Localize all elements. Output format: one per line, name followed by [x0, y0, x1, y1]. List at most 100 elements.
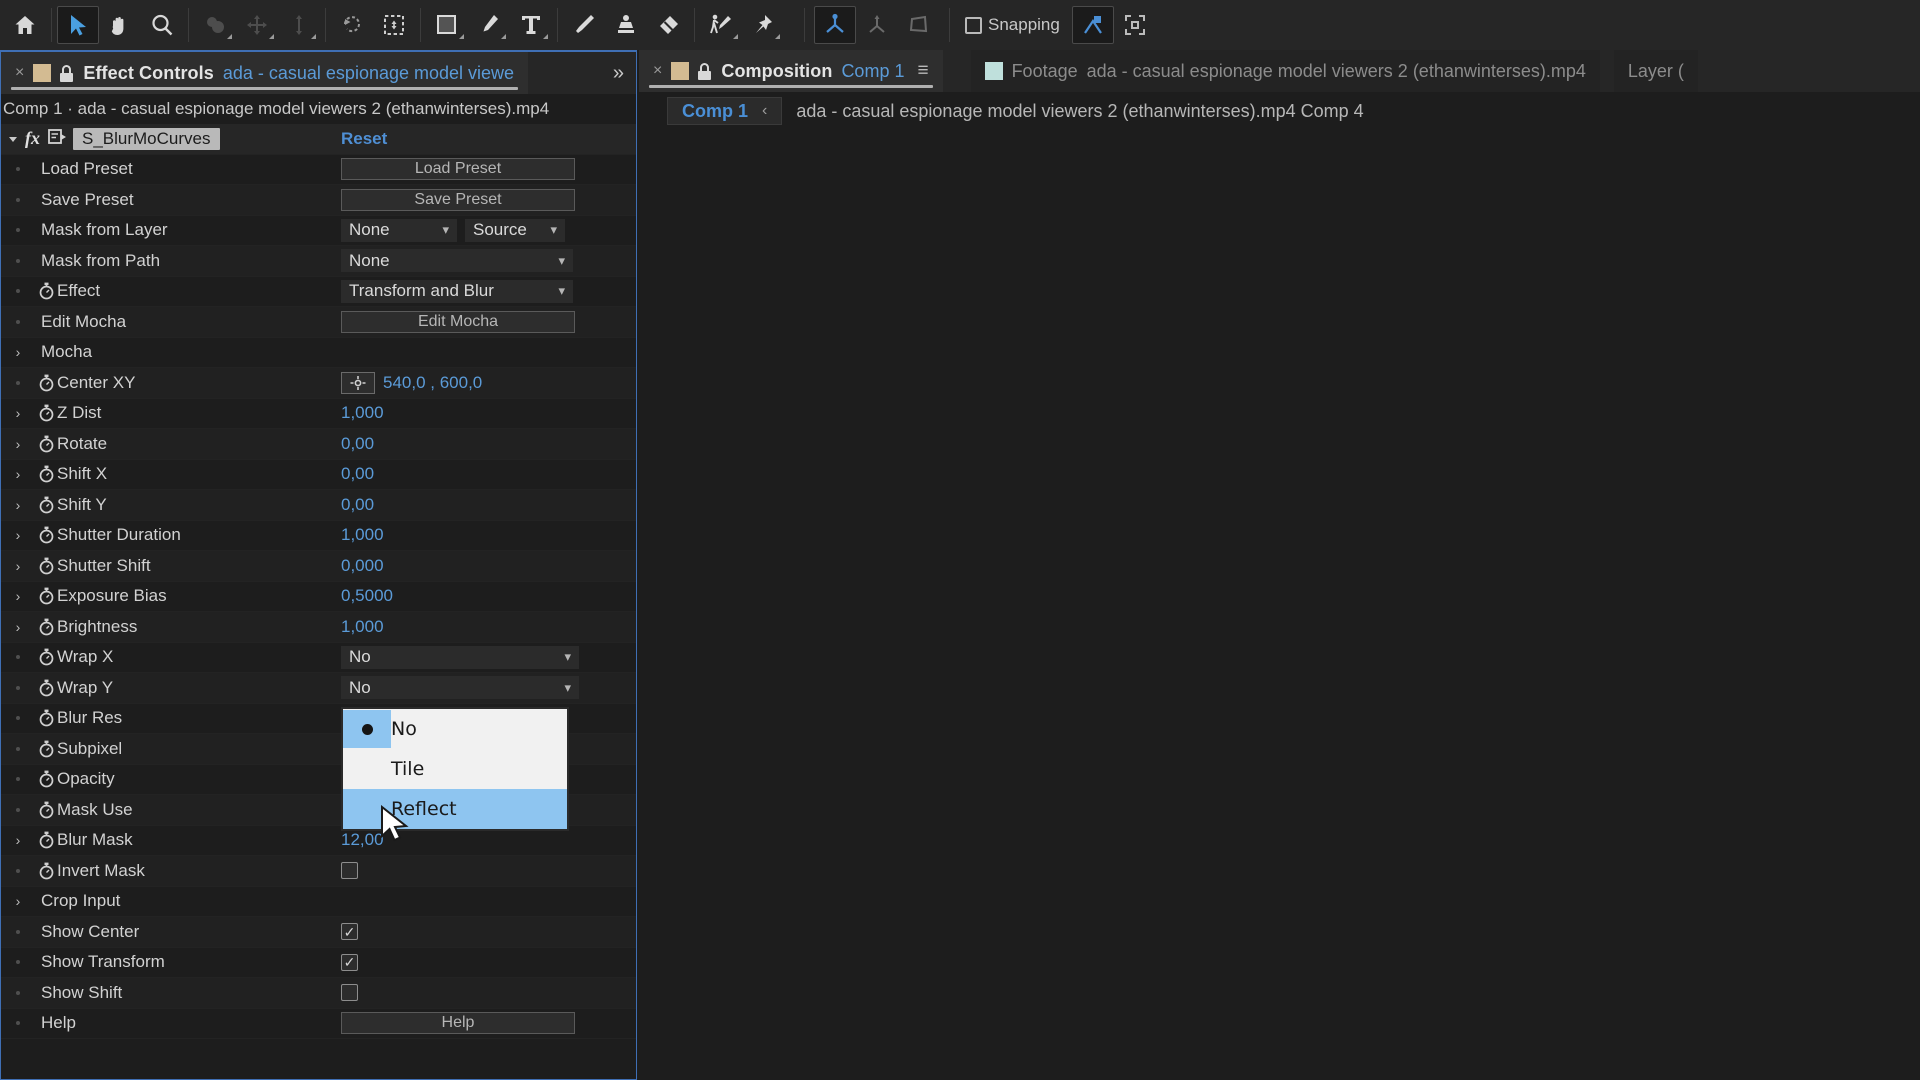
stopwatch-icon[interactable]	[35, 677, 57, 699]
lock-icon[interactable]	[698, 62, 712, 80]
param-dropdown[interactable]: No ▾	[341, 676, 579, 700]
effect-param-row[interactable]: Edit Mocha Edit Mocha	[1, 307, 636, 338]
effect-header-row[interactable]: fx S_BlurMoCurves Reset	[1, 124, 636, 155]
pen-tool-icon[interactable]	[468, 6, 510, 44]
param-dropdown[interactable]: None ▾	[341, 249, 573, 273]
stopwatch-icon[interactable]	[35, 799, 57, 821]
close-icon[interactable]: ×	[15, 65, 24, 81]
puppet-pin-tool-icon[interactable]	[742, 6, 784, 44]
stopwatch-icon[interactable]	[35, 372, 57, 394]
clone-stamp-tool-icon[interactable]	[605, 6, 647, 44]
effect-param-row[interactable]: › Shutter Shift 0,000	[1, 551, 636, 582]
effect-param-row[interactable]: Invert Mask	[1, 856, 636, 887]
expand-triangle-icon[interactable]: ›	[1, 620, 35, 634]
effect-param-row[interactable]: › Z Dist 1,000	[1, 399, 636, 429]
effect-param-row[interactable]: Show Shift	[1, 978, 636, 1009]
stopwatch-icon[interactable]	[35, 494, 57, 516]
param-dropdown[interactable]: Transform and Blur ▾	[341, 279, 573, 303]
effect-param-row[interactable]: Mask from Path None ▾	[1, 246, 636, 277]
effect-param-row[interactable]: › Exposure Bias 0,5000	[1, 582, 636, 612]
effect-param-row[interactable]: › Shutter Duration 1,000	[1, 521, 636, 551]
param-dropdown[interactable]: No ▾	[341, 645, 579, 669]
effect-param-row[interactable]: Show Transform	[1, 948, 636, 978]
pan-tool-icon[interactable]	[236, 6, 278, 44]
panel-menu-icon[interactable]: ≡	[917, 60, 928, 82]
tab-layer[interactable]: Layer (	[1613, 50, 1698, 92]
expand-triangle-icon[interactable]: ›	[1, 467, 35, 481]
expand-triangle-icon[interactable]: ›	[1, 498, 35, 512]
wrap-menu-item[interactable]: No	[343, 709, 567, 749]
expand-triangle-icon[interactable]: ›	[1, 528, 35, 542]
wrap-menu-item[interactable]: Reflect	[343, 789, 567, 829]
home-icon[interactable]	[4, 6, 46, 44]
param-checkbox[interactable]	[341, 923, 358, 941]
shape-tool-icon[interactable]	[426, 6, 468, 44]
effect-collapse-icon[interactable]	[1, 133, 25, 145]
snapping-checkbox[interactable]	[965, 16, 982, 34]
snapping-mode-icon[interactable]	[1071, 6, 1114, 44]
stopwatch-icon[interactable]	[35, 524, 57, 546]
composition-viewer-canvas[interactable]	[639, 130, 1920, 1080]
mask-layer-dropdown[interactable]: None ▾	[341, 218, 457, 242]
stopwatch-icon[interactable]	[35, 616, 57, 638]
expand-triangle-icon[interactable]: ›	[1, 833, 35, 847]
stopwatch-icon[interactable]	[35, 280, 57, 302]
expand-triangle-icon[interactable]: ›	[1, 559, 35, 573]
effect-param-row[interactable]: Wrap Y No ▾	[1, 673, 636, 704]
param-checkbox[interactable]	[341, 984, 358, 1002]
point-picker-icon[interactable]	[341, 371, 375, 394]
effect-preset-icon[interactable]	[48, 128, 67, 150]
effect-param-row[interactable]: Center XY 540,0 , 600,0	[1, 368, 636, 399]
zoom-tool-icon[interactable]	[141, 6, 183, 44]
effect-param-row[interactable]: Help Help	[1, 1009, 636, 1039]
stopwatch-icon[interactable]	[35, 585, 57, 607]
unified-camera-icon[interactable]	[814, 6, 856, 44]
transform-box-icon[interactable]	[1114, 6, 1156, 44]
stopwatch-icon[interactable]	[35, 433, 57, 455]
expand-triangle-icon[interactable]: ›	[1, 894, 35, 908]
effect-param-row[interactable]: › Shift Y 0,00	[1, 490, 636, 521]
wrap-y-dropdown-menu[interactable]: No Tile Reflect	[341, 707, 569, 831]
reset-link[interactable]: Reset	[341, 129, 387, 149]
anchor-point-tool-icon[interactable]	[373, 6, 415, 44]
tab-effect-controls[interactable]: × Effect Controls ada - casual espionage…	[1, 52, 529, 94]
expand-triangle-icon[interactable]: ›	[1, 437, 35, 451]
lock-icon[interactable]	[60, 64, 74, 82]
stopwatch-icon[interactable]	[35, 860, 57, 882]
stopwatch-icon[interactable]	[35, 768, 57, 790]
breadcrumb-back-icon[interactable]: ‹	[762, 102, 767, 120]
breadcrumb-comp-button[interactable]: Comp 1 ‹	[667, 97, 783, 125]
param-button[interactable]: Edit Mocha	[341, 310, 575, 333]
param-checkbox[interactable]	[341, 862, 358, 880]
mask-source-dropdown[interactable]: Source ▾	[465, 218, 565, 242]
stopwatch-icon[interactable]	[35, 829, 57, 851]
param-button[interactable]: Load Preset	[341, 158, 575, 181]
tab-composition[interactable]: × Composition Comp 1 ≡	[639, 50, 943, 92]
close-icon[interactable]: ×	[653, 63, 662, 79]
wrap-menu-item[interactable]: Tile	[343, 749, 567, 789]
panel-overflow-icon[interactable]: »	[601, 52, 636, 94]
expand-triangle-icon[interactable]: ›	[1, 345, 35, 359]
orbit-tool-icon[interactable]	[194, 6, 236, 44]
effect-param-row[interactable]: › Mocha	[1, 338, 636, 368]
hand-tool-icon[interactable]	[99, 6, 141, 44]
effect-param-row[interactable]: Effect Transform and Blur ▾	[1, 277, 636, 307]
roto-brush-tool-icon[interactable]	[700, 6, 742, 44]
stopwatch-icon[interactable]	[35, 738, 57, 760]
expand-triangle-icon[interactable]: ›	[1, 406, 35, 420]
selection-tool-icon[interactable]	[57, 6, 99, 44]
stopwatch-icon[interactable]	[35, 555, 57, 577]
stopwatch-icon[interactable]	[35, 646, 57, 668]
effect-param-row[interactable]: › Brightness 1,000	[1, 612, 636, 643]
effect-param-row[interactable]: Load Preset Load Preset	[1, 155, 636, 185]
effect-param-row[interactable]: › Crop Input	[1, 887, 636, 917]
eraser-tool-icon[interactable]	[647, 6, 689, 44]
effect-name[interactable]: S_BlurMoCurves	[73, 127, 220, 150]
stopwatch-icon[interactable]	[35, 402, 57, 424]
orbit-camera-icon[interactable]	[856, 6, 898, 44]
effect-param-row[interactable]: Show Center	[1, 917, 636, 948]
tab-footage[interactable]: Footage ada - casual espionage model vie…	[970, 50, 1600, 92]
stopwatch-icon[interactable]	[35, 707, 57, 729]
param-checkbox[interactable]	[341, 953, 358, 971]
effect-param-row[interactable]: Wrap X No ▾	[1, 643, 636, 673]
